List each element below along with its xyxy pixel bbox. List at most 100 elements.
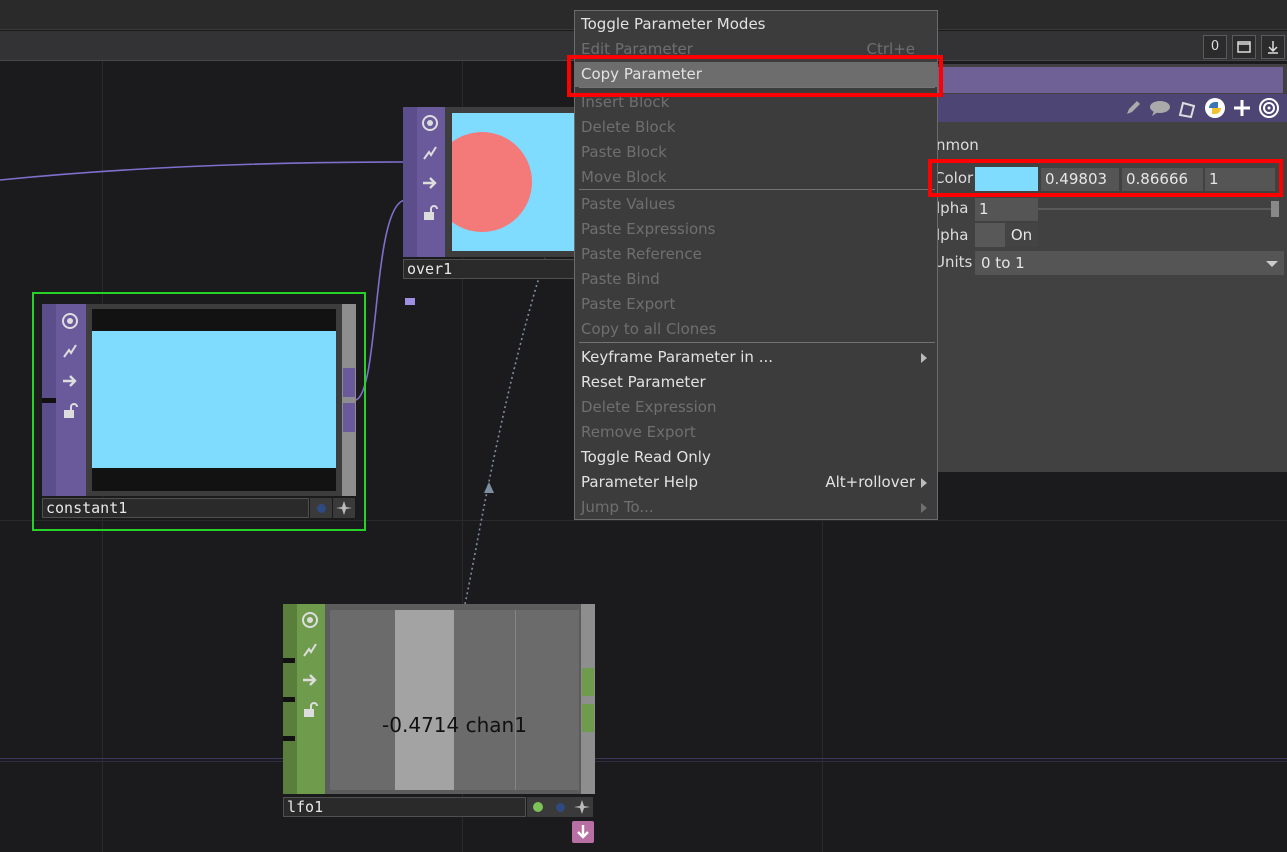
viewer-flag-icon[interactable] — [298, 607, 322, 633]
viewer-flag-icon[interactable] — [418, 110, 442, 136]
menu-separator — [579, 342, 935, 343]
premultiply-toggle[interactable]: On — [975, 223, 1038, 247]
clone-icon[interactable] — [333, 498, 355, 518]
menu-item-paste-bind[interactable]: Paste Bind — [581, 267, 931, 292]
python-icon[interactable] — [1204, 97, 1226, 119]
menu-item-copy-parameter[interactable]: Copy Parameter — [575, 62, 937, 87]
pencil-icon[interactable] — [1124, 98, 1142, 118]
lock-flag-icon[interactable] — [418, 200, 442, 226]
chevron-down-icon — [1266, 261, 1278, 267]
menu-item-move-block[interactable]: Move Block — [581, 165, 931, 190]
bypass-flag-icon[interactable] — [418, 140, 442, 166]
display-flag-icon[interactable] — [58, 368, 82, 394]
menu-item-label: Paste Export — [581, 295, 676, 313]
menu-item-parameter-help[interactable]: Parameter Help Alt+rollover — [581, 470, 931, 495]
lock-flag-icon[interactable] — [298, 697, 322, 723]
over1-name[interactable]: over1 — [403, 259, 578, 279]
menu-separator — [579, 87, 935, 88]
menu-separator — [579, 189, 935, 190]
menu-item-shortcut: Alt+rollover — [825, 473, 915, 491]
bypass-flag-icon[interactable] — [298, 637, 322, 663]
clipboard-icon[interactable] — [1176, 97, 1198, 119]
menu-item-reset-parameter[interactable]: Reset Parameter — [581, 370, 931, 395]
menu-item-toggle-parameter-modes[interactable]: Toggle Parameter Modes — [581, 12, 931, 37]
menu-item-label: Insert Block — [581, 93, 670, 111]
constant1-name[interactable]: constant1 — [42, 498, 309, 518]
menu-item-paste-reference[interactable]: Paste Reference — [581, 242, 931, 267]
menu-item-label: Paste Block — [581, 143, 667, 161]
color-swatch[interactable] — [975, 167, 1038, 191]
menu-item-label: Copy Parameter — [581, 65, 702, 83]
over1-node[interactable]: over1 — [403, 107, 578, 305]
section-label: nmon — [936, 136, 979, 154]
viewer-down-arrow-icon[interactable] — [572, 821, 594, 843]
menu-item-delete-expression[interactable]: Delete Expression — [581, 395, 931, 420]
counter-button[interactable]: 0 — [1203, 35, 1227, 59]
alpha-slider[interactable] — [1038, 208, 1276, 210]
menu-item-toggle-read-only[interactable]: Toggle Read Only — [581, 445, 931, 470]
menu-item-label: Move Block — [581, 168, 667, 186]
menu-item-paste-export[interactable]: Paste Export — [581, 292, 931, 317]
menu-item-edit-parameter[interactable]: Edit Parameter Ctrl+e — [581, 37, 931, 62]
target-icon[interactable] — [1258, 97, 1280, 119]
color-g-field[interactable]: 0.86666 — [1122, 168, 1203, 191]
viewer-flag-icon[interactable] — [58, 308, 82, 334]
panel-header — [938, 67, 1283, 93]
menu-item-label: Remove Export — [581, 423, 696, 441]
download-icon[interactable] — [1261, 35, 1285, 59]
color-b-field[interactable]: 1 — [1205, 168, 1275, 191]
menu-item-label: Toggle Read Only — [581, 448, 711, 466]
display-flag-icon[interactable] — [418, 170, 442, 196]
menu-item-label: Delete Expression — [581, 398, 717, 416]
menu-item-shortcut: Ctrl+e — [866, 40, 916, 58]
menu-item-label: Delete Block — [581, 118, 676, 136]
menu-item-label: Reset Parameter — [581, 373, 706, 391]
alpha-slider-handle[interactable] — [1271, 201, 1279, 217]
menu-item-paste-block[interactable]: Paste Block — [581, 140, 931, 165]
menu-item-label: Keyframe Parameter in ... — [581, 348, 773, 366]
menu-item-copy-to-all-clones[interactable]: Copy to all Clones — [581, 317, 931, 342]
color-label[interactable]: Color — [934, 169, 973, 187]
menu-item-keyframe-parameter-in[interactable]: Keyframe Parameter in ... — [581, 345, 931, 370]
parameter-panel: nmon Color 0.49803 0.86666 1 lpha 1 lpha… — [934, 64, 1287, 472]
menu-item-label: Copy to all Clones — [581, 320, 717, 338]
panel-toolbar — [938, 94, 1287, 122]
alpha-label: lpha — [936, 199, 969, 217]
menu-item-label: Paste Bind — [581, 270, 660, 288]
menu-item-jump-to[interactable]: Jump To... — [581, 495, 931, 520]
constant1-viewer — [92, 309, 336, 491]
comment-icon[interactable] — [1148, 98, 1172, 118]
menu-item-delete-block[interactable]: Delete Block — [581, 115, 931, 140]
alpha-field[interactable]: 1 — [975, 198, 1038, 221]
add-icon[interactable] — [1232, 98, 1252, 118]
units-label: Units — [934, 253, 973, 271]
menu-item-remove-export[interactable]: Remove Export — [581, 420, 931, 445]
menu-item-paste-values[interactable]: Paste Values — [581, 192, 931, 217]
menu-item-label: Jump To... — [581, 498, 654, 516]
menu-item-label: Edit Parameter — [581, 40, 693, 58]
over1-viewer — [452, 113, 578, 251]
menu-item-paste-expressions[interactable]: Paste Expressions — [581, 217, 931, 242]
menu-item-label: Paste Expressions — [581, 220, 716, 238]
bypass-flag-icon[interactable] — [58, 338, 82, 364]
lfo1-readout: -0.4714 chan1 — [382, 713, 527, 737]
menu-item-label: Parameter Help — [581, 473, 699, 491]
maximize-icon[interactable] — [1232, 35, 1256, 59]
lfo1-name[interactable]: lfo1 — [283, 797, 526, 817]
menu-item-label: Paste Values — [581, 195, 676, 213]
lfo1-node[interactable]: -0.4714 chan1 lfo1 — [283, 604, 595, 844]
premultiply-label: lpha — [936, 226, 969, 244]
clone-icon[interactable] — [571, 797, 593, 817]
context-menu: Toggle Parameter Modes Edit Parameter Ctrl… — [574, 10, 938, 520]
submenu-arrow-icon — [921, 353, 927, 363]
units-dropdown[interactable]: 0 to 1 — [975, 251, 1284, 275]
menu-item-label: Paste Reference — [581, 245, 702, 263]
menu-item-label: Toggle Parameter Modes — [581, 15, 766, 33]
menu-item-insert-block[interactable]: Insert Block — [581, 90, 931, 115]
submenu-arrow-icon — [921, 503, 927, 513]
constant1-node[interactable]: constant1 — [32, 292, 366, 531]
color-r-field[interactable]: 0.49803 — [1041, 168, 1119, 191]
lfo1-viewer: -0.4714 chan1 — [330, 610, 579, 790]
display-flag-icon[interactable] — [298, 667, 322, 693]
lock-flag-icon[interactable] — [58, 398, 82, 424]
